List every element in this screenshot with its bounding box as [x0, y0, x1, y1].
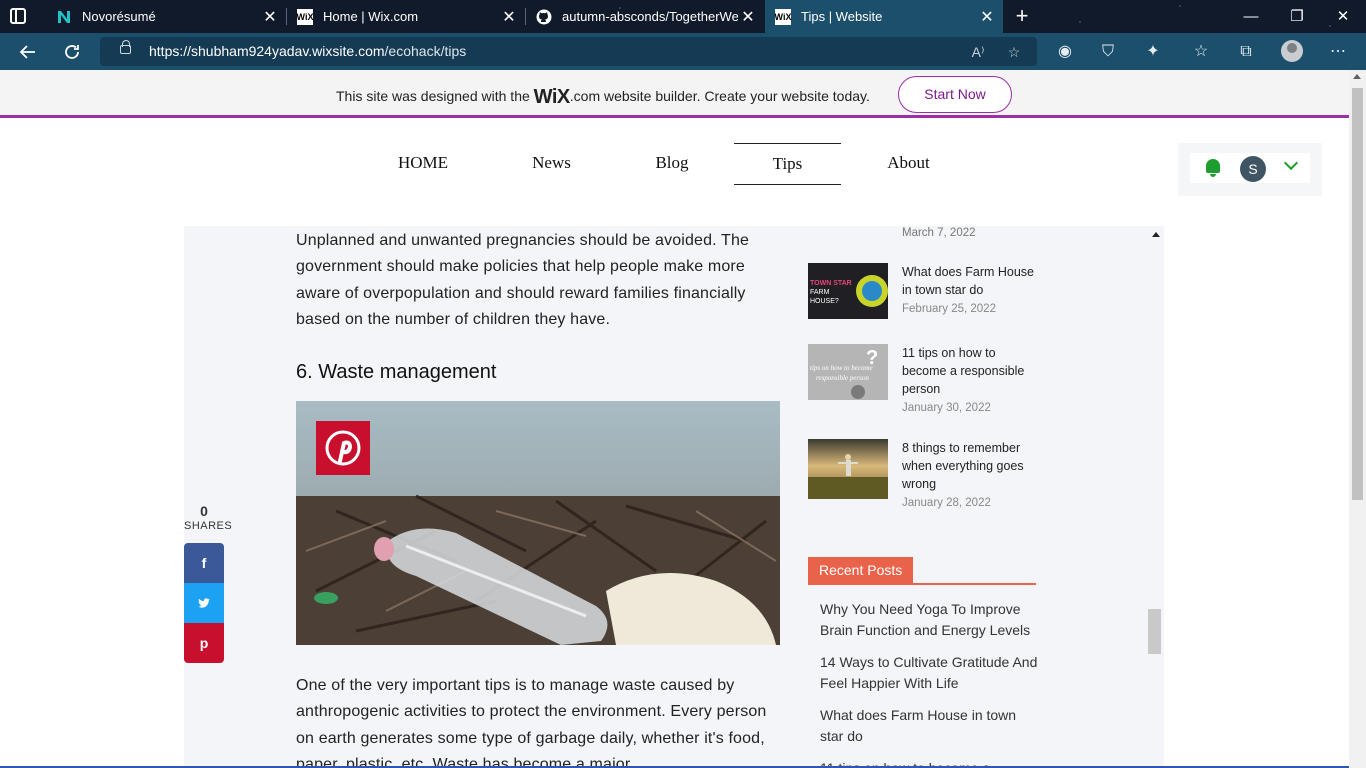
- page-scrollbar[interactable]: [1349, 70, 1366, 768]
- plastic-bottle-image: [296, 401, 780, 645]
- member-avatar[interactable]: S: [1240, 156, 1266, 182]
- favorites-icon[interactable]: ☆: [1190, 41, 1212, 63]
- post-date: January 28, 2022: [902, 497, 991, 509]
- nav-tips[interactable]: Tips: [734, 143, 841, 185]
- notification-bell-icon[interactable]: [1206, 159, 1220, 177]
- wix-favicon: WiX: [297, 8, 313, 25]
- tab-title: Novorésumé: [82, 9, 156, 24]
- inner-scroll-up-icon[interactable]: [1152, 232, 1160, 237]
- svg-text:FARM: FARM: [810, 289, 830, 296]
- browser-tab-tips-website[interactable]: WiX Tips | Website ✕: [765, 0, 1003, 33]
- post-thumbnail[interactable]: TOWN STAR FARM HOUSE?: [808, 263, 888, 319]
- twitter-share-button[interactable]: [184, 583, 224, 623]
- sidebar-post-title[interactable]: 11 tips on how to become a responsible p…: [902, 344, 1038, 398]
- nav-news[interactable]: News: [473, 143, 630, 185]
- scrollbar-thumb[interactable]: [1352, 88, 1363, 500]
- minimize-button[interactable]: —: [1228, 0, 1274, 33]
- post-date: February 25, 2022: [902, 303, 996, 315]
- more-menu-icon[interactable]: ⋯: [1327, 41, 1349, 63]
- recent-post-link[interactable]: 14 Ways to Cultivate Gratitude And Feel …: [820, 652, 1042, 694]
- article-section-heading: 6. Waste management: [296, 361, 497, 383]
- wix-logo: WiX: [533, 86, 571, 108]
- close-tab-icon[interactable]: ✕: [260, 7, 280, 27]
- shield-icon[interactable]: ⛉: [1097, 41, 1119, 63]
- close-tab-icon[interactable]: ✕: [499, 7, 519, 27]
- extension-icon[interactable]: ◉: [1054, 41, 1076, 63]
- svg-text:responsible person: responsible person: [816, 374, 869, 382]
- profile-avatar[interactable]: [1281, 40, 1303, 62]
- url-path: /ecohack/tips: [384, 43, 467, 59]
- recent-posts-list: Why You Need Yoga To Improve Brain Funct…: [820, 599, 1042, 768]
- nav-home[interactable]: HOME: [373, 143, 473, 185]
- facebook-share-button[interactable]: f: [184, 543, 224, 583]
- pinterest-pin-button[interactable]: [316, 421, 370, 475]
- share-bar: 0 SHARES f p: [184, 503, 233, 663]
- share-count: 0: [200, 503, 208, 519]
- svg-text:tips on how to become: tips on how to become: [810, 364, 873, 372]
- address-bar: https://shubham924yadav.wixsite.com/ecoh…: [0, 33, 1366, 70]
- nav-blog[interactable]: Blog: [630, 143, 714, 185]
- browser-tab-wix-home[interactable]: WiX Home | Wix.com ✕: [287, 0, 525, 33]
- scroll-up-icon[interactable]: [1353, 74, 1361, 79]
- tab-title: autumn-absconds/TogetherWeC: [562, 9, 738, 24]
- member-login-bar: S: [1178, 143, 1322, 196]
- tab-title: Tips | Website: [801, 9, 883, 24]
- url-host: https://shubham924yadav.wixsite.com: [149, 43, 385, 59]
- recent-posts-header: Recent Posts: [808, 557, 1036, 585]
- svg-text:TOWN STAR: TOWN STAR: [810, 280, 852, 287]
- close-window-button[interactable]: ✕: [1320, 0, 1366, 33]
- novoresume-favicon: [56, 9, 72, 25]
- back-button[interactable]: [15, 39, 41, 65]
- close-tab-icon[interactable]: ✕: [738, 7, 758, 27]
- url-field[interactable]: https://shubham924yadav.wixsite.com/ecoh…: [100, 37, 1037, 66]
- banner-text-before: This site was designed with the: [336, 88, 530, 104]
- svg-text:?: ?: [866, 347, 878, 369]
- start-now-button[interactable]: Start Now: [898, 76, 1012, 113]
- post-thumbnail[interactable]: tips on how to become responsible person…: [808, 344, 888, 400]
- sidebar-post-title[interactable]: What does Farm House in town star do: [902, 263, 1038, 299]
- article-paragraph: Unplanned and unwanted pregnancies shoul…: [296, 232, 750, 329]
- wix-banner-text: This site was designed with the WiX.com …: [336, 86, 870, 109]
- share-label: SHARES: [184, 520, 233, 532]
- wix-ad-banner: This site was designed with the WiX.com …: [0, 70, 1349, 118]
- banner-text-after: .com website builder. Create your websit…: [569, 88, 870, 104]
- recent-post-link[interactable]: Why You Need Yoga To Improve Brain Funct…: [820, 599, 1042, 641]
- restore-button[interactable]: ❐: [1274, 0, 1320, 33]
- browser-tab-github[interactable]: autumn-absconds/TogetherWeC ✕: [526, 0, 764, 33]
- lock-icon: [120, 40, 131, 54]
- collections-icon[interactable]: ⧉: [1235, 41, 1257, 63]
- refresh-button[interactable]: [59, 39, 85, 65]
- post-date: March 7, 2022: [902, 227, 976, 239]
- browser-tab-novoresume[interactable]: Novorésumé ✕: [46, 0, 286, 33]
- sidebar-post-title[interactable]: 8 things to remember when everything goe…: [902, 439, 1038, 493]
- post-date: January 30, 2022: [902, 402, 991, 414]
- github-favicon: [536, 9, 552, 25]
- post-thumbnail[interactable]: [808, 439, 888, 499]
- browser-tab-bar: Novorésumé ✕ WiX Home | Wix.com ✕ autumn…: [0, 0, 1366, 33]
- recent-posts-title: Recent Posts: [808, 557, 914, 584]
- svg-text:HOUSE?: HOUSE?: [810, 298, 839, 305]
- pinterest-share-button[interactable]: p: [184, 623, 224, 663]
- tab-title: Home | Wix.com: [323, 9, 419, 24]
- article-paragraph: One of the very important tips is to man…: [296, 677, 767, 768]
- nav-about[interactable]: About: [841, 143, 976, 185]
- tab-actions-icon[interactable]: [10, 8, 26, 24]
- inner-scrollbar-thumb[interactable]: [1148, 609, 1161, 654]
- new-tab-button[interactable]: +: [1010, 3, 1034, 29]
- main-navigation: HOME News Blog Tips About: [373, 143, 976, 185]
- wix-favicon: WiX: [775, 8, 791, 25]
- read-aloud-icon[interactable]: A⁾: [968, 42, 988, 62]
- page-viewport: This site was designed with the WiX.com …: [0, 70, 1349, 768]
- chevron-down-icon[interactable]: [1283, 155, 1299, 171]
- recent-post-link[interactable]: What does Farm House in town star do: [820, 705, 1042, 747]
- add-favorite-icon[interactable]: ☆: [1004, 42, 1024, 62]
- close-tab-icon[interactable]: ✕: [977, 7, 997, 27]
- extensions-puzzle-icon[interactable]: ✦: [1142, 41, 1164, 63]
